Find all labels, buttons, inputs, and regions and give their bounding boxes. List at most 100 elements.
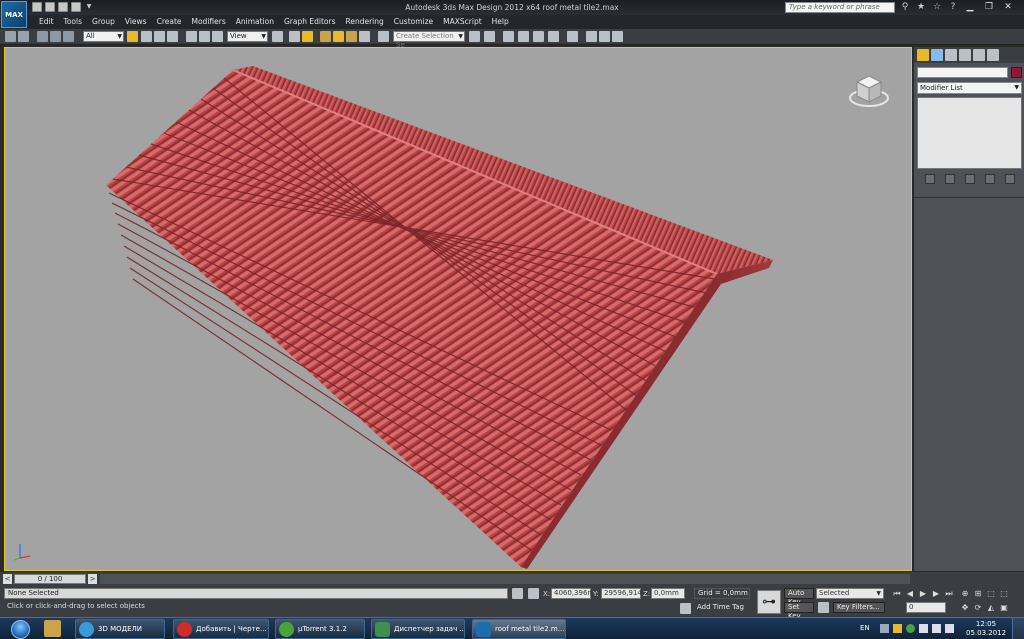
layer-manager-icon[interactable]	[503, 31, 514, 42]
pin-stack-icon[interactable]	[925, 174, 935, 184]
select-and-scale-icon[interactable]	[212, 31, 223, 42]
zoom-icon[interactable]: ⊕	[960, 588, 970, 599]
key-tangent-icon[interactable]	[818, 602, 829, 613]
close-icon[interactable]: ✕	[1002, 1, 1014, 13]
curve-editor-icon[interactable]	[533, 31, 544, 42]
material-editor-icon[interactable]	[567, 31, 578, 42]
application-button[interactable]: MAX	[1, 1, 27, 28]
taskbar-item-task-manager[interactable]: Диспетчер задач ...	[371, 619, 465, 639]
select-and-manipulate-icon[interactable]	[289, 31, 300, 42]
set-key-button[interactable]: Set Key	[784, 602, 814, 620]
object-color-swatch[interactable]	[1011, 67, 1022, 78]
select-and-rotate-icon[interactable]	[199, 31, 210, 42]
menu-create[interactable]: Create	[152, 17, 187, 27]
edit-named-selection-icon[interactable]	[378, 31, 389, 42]
motion-tab-icon[interactable]	[959, 49, 971, 61]
taskbar-item-utorrent[interactable]: µTorrent 3.1.2	[275, 619, 365, 639]
keyboard-shortcut-override-icon[interactable]	[302, 31, 313, 42]
zoom-all-icon[interactable]: ⊞	[973, 588, 983, 599]
menu-graph-editors[interactable]: Graph Editors	[279, 17, 341, 27]
taskbar-item-3d-models[interactable]: 3D МОДЕЛИ	[75, 619, 165, 639]
object-name-field[interactable]	[917, 67, 1008, 78]
menu-edit[interactable]: Edit	[34, 17, 59, 27]
show-end-result-icon[interactable]	[945, 174, 955, 184]
help-icon[interactable]: ?	[948, 2, 958, 12]
snaps-toggle-icon[interactable]	[320, 31, 331, 42]
system-clock[interactable]: 12:05 05.03.2012	[966, 620, 1006, 638]
utilities-tab-icon[interactable]	[987, 49, 999, 61]
maximize-icon[interactable]: ❐	[983, 1, 995, 13]
network-tray-icon[interactable]	[919, 624, 928, 633]
configure-modifier-sets-icon[interactable]	[1005, 174, 1015, 184]
set-key-mode-key-icon[interactable]: ⊶	[757, 590, 781, 614]
selection-lock-icon[interactable]	[512, 588, 523, 599]
minimize-icon[interactable]: ▁	[964, 1, 976, 13]
roof-model[interactable]	[5, 48, 912, 571]
unlink-selection-icon[interactable]	[50, 31, 61, 42]
percent-snap-icon[interactable]	[346, 31, 357, 42]
key-filters-button[interactable]: Key Filters...	[833, 602, 885, 613]
select-and-move-icon[interactable]	[186, 31, 197, 42]
menu-maxscript[interactable]: MAXScript	[438, 17, 487, 27]
action-center-icon[interactable]	[932, 624, 941, 633]
rendered-frame-window-icon[interactable]	[599, 31, 610, 42]
select-by-name-icon[interactable]	[141, 31, 152, 42]
menu-help[interactable]: Help	[487, 17, 514, 27]
tray-app-icon[interactable]	[893, 624, 902, 633]
menu-rendering[interactable]: Rendering	[340, 17, 388, 27]
start-button[interactable]	[2, 619, 38, 639]
maximize-viewport-icon[interactable]: ▣	[999, 602, 1009, 613]
key-mode-dropdown[interactable]: Selected ▼	[816, 588, 884, 599]
window-crossing-icon[interactable]	[167, 31, 178, 42]
taskbar-item-3ds-max[interactable]: roof metal tile2.m...	[472, 619, 566, 639]
viewcube-icon[interactable]	[847, 68, 891, 112]
zoom-extents-all-icon[interactable]: ⬚	[999, 588, 1009, 599]
reference-coordinate-dropdown[interactable]: View ▼	[227, 31, 268, 42]
absolute-offset-mode-icon[interactable]	[528, 588, 539, 599]
redo-icon[interactable]	[18, 31, 29, 42]
orbit-icon[interactable]: ⟳	[973, 602, 983, 613]
align-icon[interactable]	[484, 31, 495, 42]
pan-icon[interactable]: ✥	[960, 602, 970, 613]
selection-filter-dropdown[interactable]: All ▼	[83, 31, 124, 42]
modify-tab-icon[interactable]	[931, 49, 943, 61]
communication-icon[interactable]: ★	[916, 2, 926, 12]
menu-tools[interactable]: Tools	[59, 17, 87, 27]
undo-icon[interactable]	[5, 31, 16, 42]
display-tab-icon[interactable]	[973, 49, 985, 61]
select-object-icon[interactable]	[127, 31, 138, 42]
remove-modifier-icon[interactable]	[985, 174, 995, 184]
menu-animation[interactable]: Animation	[231, 17, 279, 27]
y-coord-field[interactable]: 29596,914	[601, 588, 642, 599]
rectangular-selection-icon[interactable]	[154, 31, 165, 42]
play-icon[interactable]: ▶	[918, 588, 928, 599]
show-desktop-button[interactable]	[1012, 618, 1024, 639]
tray-expand-icon[interactable]	[880, 624, 889, 633]
hierarchy-tab-icon[interactable]	[945, 49, 957, 61]
add-time-tag-button[interactable]: Add Time Tag	[694, 603, 750, 614]
graphite-modeling-icon[interactable]	[518, 31, 529, 42]
schematic-view-icon[interactable]	[548, 31, 559, 42]
menu-views[interactable]: Views	[120, 17, 152, 27]
x-coord-field[interactable]: 4060,396n	[551, 588, 592, 599]
render-production-icon[interactable]	[612, 31, 623, 42]
taskbar-item-opera[interactable]: Добавить | Черте...	[173, 619, 269, 639]
modifier-list-dropdown[interactable]: Modifier List ▼	[917, 82, 1022, 94]
next-frame-icon[interactable]: ▶	[931, 588, 941, 599]
zoom-extents-icon[interactable]: ⬚	[986, 588, 996, 599]
bind-space-warp-icon[interactable]	[63, 31, 74, 42]
spinner-snap-icon[interactable]	[359, 31, 370, 42]
go-to-end-icon[interactable]: ⏭	[944, 588, 954, 599]
z-coord-field[interactable]: 0,0mm	[651, 588, 685, 599]
select-and-link-icon[interactable]	[37, 31, 48, 42]
time-slider-thumb[interactable]: 0 / 100	[14, 574, 86, 584]
menu-group[interactable]: Group	[87, 17, 120, 27]
explorer-pinned-icon[interactable]	[44, 620, 61, 637]
auto-key-button[interactable]: Auto Key	[784, 588, 814, 606]
add-time-tag-icon[interactable]	[680, 603, 691, 614]
go-to-start-icon[interactable]: ⏮	[892, 588, 902, 599]
binoculars-icon[interactable]: ⚲	[900, 2, 910, 12]
utorrent-tray-icon[interactable]	[906, 624, 915, 633]
modifier-stack[interactable]	[917, 97, 1022, 169]
track-bar[interactable]	[100, 574, 910, 584]
